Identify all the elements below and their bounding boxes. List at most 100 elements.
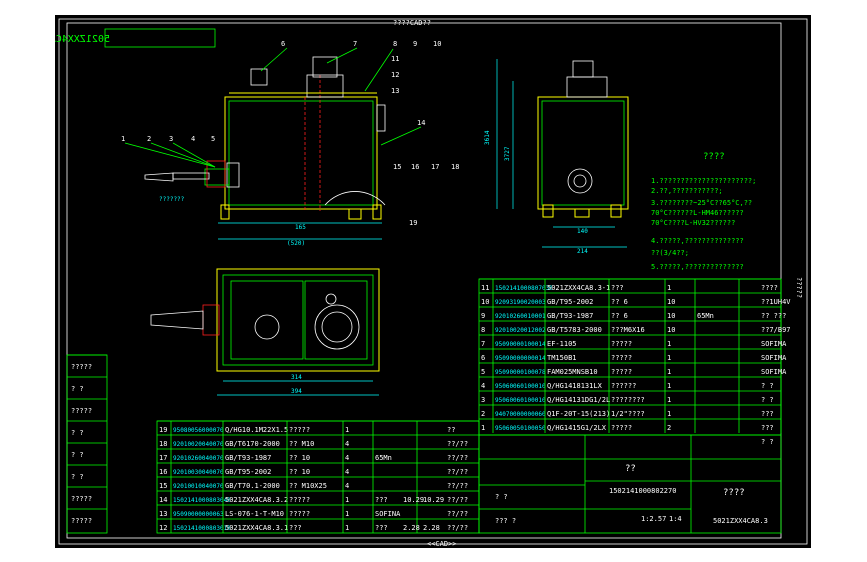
technical-notes: ???? 1.??????????????????????; 2.??,????… (651, 152, 803, 298)
bom-cell-no: 1 (481, 424, 485, 432)
bom-cell-code: 95090000100078 (495, 369, 546, 376)
bom-cell-code: 95090000100014 (495, 341, 546, 348)
bom-cell-code: 95080056000070 (173, 427, 224, 434)
bom-cell-name: 5021ZXX4CA8.3.2 (225, 496, 288, 504)
svg-text:???????: ??????? (159, 196, 185, 203)
bom-cell-qty: 1 (667, 410, 671, 418)
assembly-drawing: ????CAD?? <<CAD>> 5021ZXX4CA8.3 165 (520… (55, 18, 808, 548)
bom-cell-no: 13 (159, 510, 167, 518)
title-sheet: 1:4 (669, 515, 682, 523)
svg-text:14: 14 (417, 119, 425, 127)
svg-text:13: 13 (391, 87, 399, 95)
title-name: ???? (723, 488, 745, 498)
bom-cell-no: 15 (159, 482, 167, 490)
bom-cell-qty: 1 (667, 382, 671, 390)
bom-lower-weight-total: 2.28 (423, 524, 440, 532)
bom-cell-qty: 1 (667, 340, 671, 348)
bom-cell-no: 16 (159, 468, 167, 476)
bom-cell-name: GB/T93-1987 (547, 312, 593, 320)
part-code-box (104, 28, 216, 48)
bom-cell-spec: ?? 6 (611, 298, 628, 306)
svg-text:17: 17 (431, 163, 439, 171)
bom-cell-mat: ??? (375, 496, 388, 504)
bom-cell-name: GB/T6170-2000 (225, 440, 280, 448)
bom-cell-spec: ????? (611, 424, 632, 432)
bom-cell-name: Q/HG1415G1/2LX (547, 424, 607, 432)
svg-text:3: 3 (169, 135, 173, 143)
svg-text:??? ?: ??? ? (495, 517, 516, 525)
bom-upper-note: ?? ??? (761, 312, 786, 320)
bom-cell-qty: 1 (667, 284, 671, 292)
bom-cell-name: FAM025MNSB10 (547, 368, 598, 376)
bom-lower-note: ??/?? (447, 440, 468, 448)
bom-upper-note: SOFIMA (761, 340, 787, 348)
left-panel-cell: ????? (71, 495, 92, 503)
bom-lower-note: ??/?? (447, 454, 468, 462)
svg-text:2: 2 (147, 135, 151, 143)
svg-text:????: ???? (703, 152, 725, 162)
bom-cell-no: 11 (481, 284, 489, 292)
svg-text:10: 10 (433, 40, 441, 48)
bom-upper-note: SOFIMA (761, 368, 787, 376)
bom-cell-name: GB/T95-2002 (225, 468, 271, 476)
title-company: ?? (625, 464, 636, 474)
left-edge-panel: ????? ? ?????? ? ? ? ? ? ??????????? (66, 354, 108, 534)
bom-cell-no: 6 (481, 354, 485, 362)
bom-cell-code: 92010010040070 (173, 483, 224, 490)
bom-upper-note: ??? (761, 424, 774, 432)
bom-cell-no: 2 (481, 410, 485, 418)
bom-lower-note: ??/?? (447, 468, 468, 476)
bom-cell-name: TM150B1 (547, 354, 577, 362)
svg-text:8: 8 (393, 40, 397, 48)
bom-cell-mat: ??? (375, 524, 388, 532)
cad-viewport[interactable]: ????CAD?? <<CAD>> 5021ZXX4CA8.3 165 (520… (55, 15, 811, 548)
bom-cell-no: 18 (159, 440, 167, 448)
bom-cell-name: 5021ZXX4CA8.3-1 (547, 284, 610, 292)
left-panel-cell: ????? (71, 363, 92, 371)
left-panel-cell: ????? (71, 517, 92, 525)
svg-text:18: 18 (451, 163, 459, 171)
svg-text:15: 15 (393, 163, 401, 171)
svg-text:70°C??????L-HM46??????: 70°C??????L-HM46?????? (651, 209, 744, 217)
bom-cell-spec: ?? M10X25 (289, 482, 327, 490)
bom-cell-code: 92010020012002 (495, 327, 546, 334)
bom-cell-code: 92010030040070 (173, 469, 224, 476)
bom-cell-name: GB/T95-2002 (547, 298, 593, 306)
bom-cell-name: LS-076-1-T-M10 (225, 510, 284, 518)
bom-cell-no: 12 (159, 524, 167, 532)
svg-text:??(3/4??;: ??(3/4??; (651, 249, 689, 257)
bom-cell-spec: ?? 10 (289, 468, 310, 476)
svg-text:1: 1 (121, 135, 125, 143)
bom-cell-qty: 4 (345, 440, 349, 448)
bottom-label: <<CAD>> (427, 540, 457, 548)
svg-text:70°C????L-HV32??????: 70°C????L-HV32?????? (651, 219, 735, 227)
bom-lower-note: ??/?? (447, 510, 468, 518)
left-panel-cell: ? ? (71, 429, 84, 437)
bom-cell-no: 8 (481, 326, 485, 334)
bom-cell-code: 92093190020003 (495, 299, 546, 306)
bom-cell-no: 10 (481, 298, 489, 306)
bom-cell-qty: 4 (345, 468, 349, 476)
bom-upper-note: ? ? (761, 438, 774, 446)
bom-cell-code: 92010260040070 (173, 455, 224, 462)
svg-text:214: 214 (577, 248, 588, 255)
bom-lower-note: ??/?? (447, 482, 468, 490)
bom-upper-note: ? ? (761, 396, 774, 404)
bom-cell-spec: ????? (289, 496, 310, 504)
left-panel-cell: ? ? (71, 385, 84, 393)
bom-cell-qty: 4 (345, 454, 349, 462)
bom-cell-qty: 1 (345, 426, 349, 434)
svg-text:5: 5 (211, 135, 215, 143)
bom-cell-code: 95090000000063 (173, 511, 224, 518)
bom-cell-mat: 65Mn (375, 454, 392, 462)
bom-cell-spec: ?? 10 (289, 454, 310, 462)
bom-cell-spec: ?? 6 (611, 312, 628, 320)
bom-upper-note: ? ? (761, 382, 774, 390)
bom-cell-spec: ????? (611, 368, 632, 376)
bom-cell-no: 7 (481, 340, 485, 348)
svg-text:4: 4 (191, 135, 195, 143)
bom-cell-spec: ??? (289, 524, 302, 532)
bom-lower-table: 19 95080056000070 Q/HG10.1M22X1.5????? 1 18 9… (156, 420, 480, 534)
title-scale: 1:2.57 (641, 515, 666, 523)
side-view: 3614 3727 140 214 (484, 59, 629, 255)
